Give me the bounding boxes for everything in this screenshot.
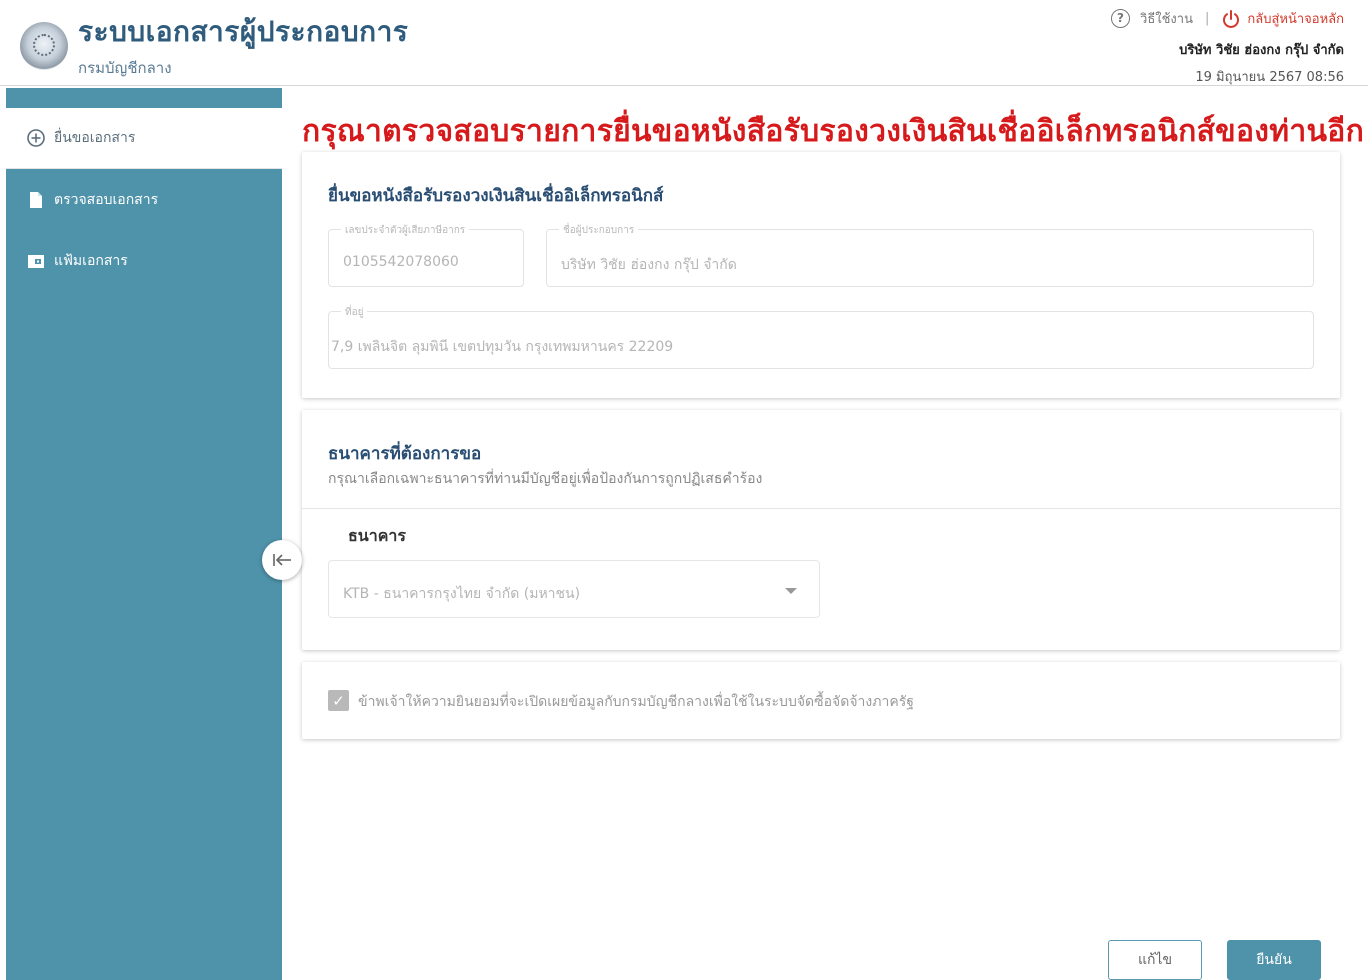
current-datetime: 19 มิถุนายน 2567 08:56 bbox=[1195, 70, 1344, 85]
divider bbox=[302, 508, 1340, 509]
address-value: 7,9 เพลินจิต ลุมพินี เขตปทุมวัน กรุงเทพม… bbox=[331, 339, 674, 355]
consent-card: ✓ ข้าพเจ้าให้ความยินยอมที่จะเปิดเผยข้อมู… bbox=[302, 662, 1340, 739]
tax-id-label: เลขประจำตัวผู้เสียภาษีอากร bbox=[341, 223, 470, 238]
plus-circle-icon bbox=[26, 128, 46, 148]
edit-button[interactable]: แก้ไข bbox=[1108, 940, 1202, 980]
consent-text: ข้าพเจ้าให้ความยินยอมที่จะเปิดเผยข้อมูลก… bbox=[358, 694, 914, 710]
bank-description: กรุณาเลือกเฉพาะธนาคารที่ท่านมีบัญชีอยู่เ… bbox=[328, 471, 763, 487]
department-logo bbox=[20, 22, 68, 70]
consent-checkbox[interactable]: ✓ bbox=[328, 690, 349, 711]
bank-card: ธนาคารที่ต้องการขอ กรุณาเลือกเฉพาะธนาคาร… bbox=[302, 410, 1340, 650]
applicant-card: ยื่นขอหนังสือรับรองวงเงินสินเชื่ออิเล็กท… bbox=[302, 152, 1340, 398]
address-field[interactable]: ที่อยู่ 7,9 เพลินจิต ลุมพินี เขตปทุมวัน … bbox=[328, 305, 1314, 369]
top-header: ระบบเอกสารผู้ประกอบการ กรมบัญชีกลาง ? วิ… bbox=[0, 0, 1368, 86]
dropdown-caret-icon[interactable] bbox=[785, 588, 797, 594]
bank-select[interactable]: KTB - ธนาคารกรุงไทย จำกัด (มหาชน) bbox=[328, 560, 820, 618]
applicant-card-title: ยื่นขอหนังสือรับรองวงเงินสินเชื่ออิเล็กท… bbox=[328, 186, 664, 206]
address-label: ที่อยู่ bbox=[341, 305, 368, 320]
check-icon: ✓ bbox=[332, 691, 345, 710]
collapse-sidebar-button[interactable] bbox=[262, 540, 302, 580]
sidebar-item-request[interactable]: ยื่นขอเอกสาร bbox=[6, 108, 282, 169]
help-link[interactable]: วิธีใช้งาน bbox=[1140, 8, 1193, 29]
sidebar-item-label: แฟ้มเอกสาร bbox=[54, 252, 128, 269]
bank-label: ธนาคาร bbox=[348, 526, 406, 545]
user-area: ? วิธีใช้งาน | กลับสู่หน้าจอหลัก บริษัท … bbox=[1111, 8, 1344, 87]
company-name: บริษัท วิชัย ฮ่องกง กรุ๊ป จำกัด bbox=[1179, 43, 1344, 58]
app-subtitle: กรมบัญชีกลาง bbox=[78, 59, 172, 77]
home-link[interactable]: กลับสู่หน้าจอหลัก bbox=[1247, 8, 1344, 29]
confirm-button[interactable]: ยืนยัน bbox=[1227, 940, 1321, 980]
company-name-label: ชื่อผู้ประกอบการ bbox=[559, 223, 639, 238]
sidebar-item-folder[interactable]: แฟ้มเอกสาร bbox=[6, 230, 282, 291]
bank-selected-value: KTB - ธนาคารกรุงไทย จำกัด (มหาชน) bbox=[343, 586, 581, 602]
sidebar: ยื่นขอเอกสาร ตรวจสอบเอกสาร แฟ้มเอกสาร bbox=[6, 88, 282, 980]
app-title: ระบบเอกสารผู้ประกอบการ bbox=[78, 15, 409, 48]
company-name-field[interactable]: ชื่อผู้ประกอบการ บริษัท วิชัย ฮ่องกง กรุ… bbox=[546, 223, 1314, 287]
sidebar-item-label: ตรวจสอบเอกสาร bbox=[54, 191, 159, 208]
sidebar-item-check[interactable]: ตรวจสอบเอกสาร bbox=[6, 169, 282, 230]
wallet-icon bbox=[26, 251, 46, 271]
document-icon bbox=[26, 190, 46, 210]
sidebar-item-label: ยื่นขอเอกสาร bbox=[54, 130, 136, 146]
tax-id-value: 0105542078060 bbox=[343, 254, 459, 270]
help-icon[interactable]: ? bbox=[1111, 9, 1131, 28]
collapse-arrow-icon bbox=[273, 554, 291, 566]
tax-id-field[interactable]: เลขประจำตัวผู้เสียภาษีอากร 0105542078060 bbox=[328, 223, 524, 287]
company-name-value: บริษัท วิชัย ฮ่องกง กรุ๊ป จำกัด bbox=[561, 257, 737, 273]
bank-card-title: ธนาคารที่ต้องการขอ bbox=[328, 444, 482, 464]
divider: | bbox=[1204, 11, 1210, 26]
power-icon[interactable] bbox=[1221, 9, 1241, 29]
